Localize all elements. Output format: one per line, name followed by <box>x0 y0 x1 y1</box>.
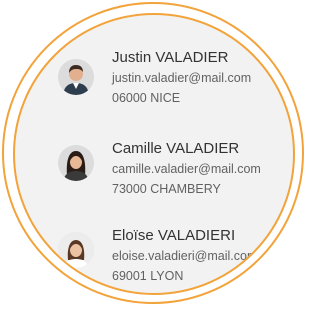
avatar[interactable] <box>58 59 94 95</box>
contact-email: justin.valadier@mail.com <box>112 71 252 85</box>
contact-list-circle: Justin VALADIER justin.valadier@mail.com… <box>13 13 295 295</box>
woman-portrait-avatar-icon <box>58 145 94 181</box>
contact-name: Eloïse VALADIERI <box>112 227 236 244</box>
contact-list-item[interactable]: Justin VALADIER justin.valadier@mail.com… <box>15 48 293 128</box>
contact-list-item[interactable]: Eloïse VALADIERI eloise.valadieri@mail.c… <box>15 226 293 293</box>
contact-city: 73000 CHAMBERY <box>112 182 221 196</box>
man-portrait-avatar-icon <box>58 59 94 95</box>
contact-name: Camille VALADIER <box>112 140 240 157</box>
woman-portrait-avatar-icon <box>58 232 94 268</box>
contact-email: camille.valadier@mail.com <box>112 162 261 176</box>
avatar[interactable] <box>58 145 94 181</box>
contact-info: Justin VALADIER justin.valadier@mail.com… <box>112 48 251 108</box>
contact-name: Justin VALADIER <box>112 49 229 66</box>
contact-info: Camille VALADIER camille.valadier@mail.c… <box>112 139 261 199</box>
contact-list-item[interactable]: Camille VALADIER camille.valadier@mail.c… <box>15 139 293 219</box>
contact-city: 69001 LYON <box>112 269 184 283</box>
contact-city: 06000 NICE <box>112 91 181 105</box>
avatar[interactable] <box>58 232 94 268</box>
contact-info: Eloïse VALADIERI eloise.valadieri@mail.c… <box>112 226 257 286</box>
contact-email: eloise.valadieri@mail.com <box>112 249 258 263</box>
